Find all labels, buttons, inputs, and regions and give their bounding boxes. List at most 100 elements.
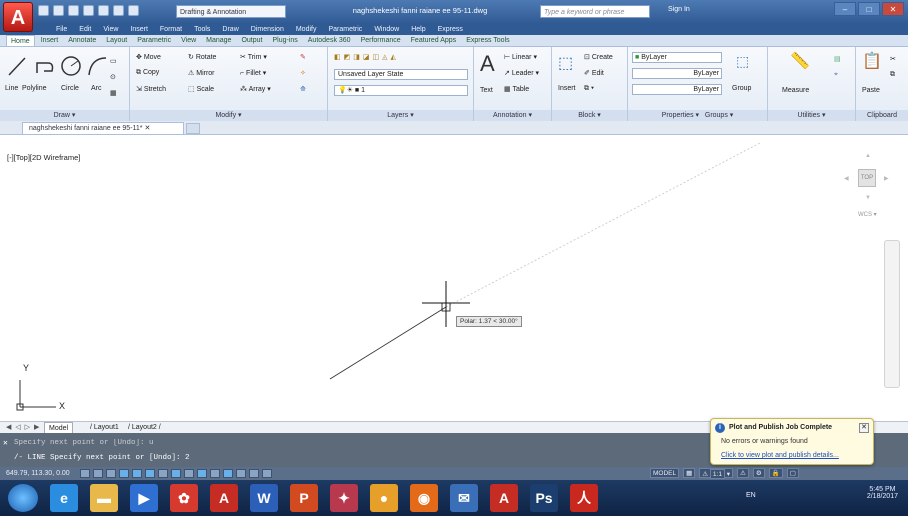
menu-item-dimension[interactable]: Dimension [251, 24, 284, 35]
command-input[interactable]: /- LINE Specify next point or [Undo]: 2 [14, 454, 190, 462]
plot-icon[interactable] [98, 5, 109, 16]
document-tab[interactable]: naghshekeshi fanni raiane ee 95-11* ✕ [22, 122, 184, 135]
taskbar-app-4[interactable]: A [210, 484, 238, 512]
block-attr-icon[interactable]: ⧉ ▾ [584, 85, 594, 93]
create-block-button[interactable]: ⊡ Create [584, 53, 613, 61]
lineweight-dropdown[interactable]: ByLayer [632, 84, 722, 95]
menu-item-parametric[interactable]: Parametric [328, 24, 362, 35]
menu-item-format[interactable]: Format [160, 24, 182, 35]
redo-icon[interactable] [128, 5, 139, 16]
tab-home[interactable]: Home [6, 35, 35, 46]
taskbar-app-8[interactable]: ● [370, 484, 398, 512]
edit-block-button[interactable]: ✐ Edit [584, 69, 604, 77]
save-icon[interactable] [68, 5, 79, 16]
new-tab-button[interactable] [186, 123, 200, 134]
offset-icon[interactable]: ⟰ [300, 85, 306, 93]
insert-icon[interactable]: ⬚ [558, 53, 573, 73]
workspace-switch-icon[interactable]: ⚙ [752, 468, 765, 478]
quick-view-layouts-icon[interactable]: ▦ [683, 468, 696, 478]
maximize-icon[interactable]: □ [858, 2, 880, 16]
model-space-button[interactable]: MODEL [650, 468, 680, 478]
measure-button[interactable]: Measure [782, 87, 809, 94]
cut-icon[interactable]: ✂ [890, 55, 896, 63]
fillet-button[interactable]: ⌐ Fillet ▾ [240, 69, 266, 77]
taskbar-app-7[interactable]: ✦ [330, 484, 358, 512]
tab-autodesk-360[interactable]: Autodesk 360 [304, 35, 355, 46]
qp-toggle[interactable] [236, 469, 246, 478]
line-icon[interactable] [6, 55, 28, 77]
sign-in-button[interactable]: Sign In [668, 6, 690, 13]
copy-button[interactable]: ⧉ Copy [136, 69, 159, 77]
color-dropdown[interactable]: ■ ByLayer [632, 52, 722, 63]
language-indicator[interactable]: EN [746, 492, 756, 499]
arc-icon[interactable] [86, 55, 108, 77]
paste-icon[interactable]: 📋 [862, 51, 882, 71]
menu-item-help[interactable]: Help [411, 24, 425, 35]
tab-layout[interactable]: Layout [102, 35, 131, 46]
annotation-scale[interactable]: ⚠ 1:1 ▾ [699, 468, 734, 479]
snap-toggle[interactable] [93, 469, 103, 478]
menu-item-draw[interactable]: Draw [222, 24, 238, 35]
wcs-menu[interactable]: WCS ▾ [858, 211, 877, 218]
close-icon[interactable]: ✕ [882, 2, 904, 16]
rectangle-icon[interactable]: ▭ [110, 57, 117, 65]
taskbar-app-12[interactable]: Ps [530, 484, 558, 512]
grid-toggle[interactable] [106, 469, 116, 478]
dyn-toggle[interactable] [197, 469, 207, 478]
layer-state-dropdown[interactable]: Unsaved Layer State [334, 69, 468, 80]
group-button[interactable]: Group [732, 85, 751, 92]
menu-item-insert[interactable]: Insert [130, 24, 148, 35]
properties-panel-title[interactable]: Properties ▾ Groups ▾ [628, 110, 767, 121]
stretch-button[interactable]: ⇲ Stretch [136, 85, 166, 93]
annotation-panel-title[interactable]: Annotation ▾ [474, 110, 551, 121]
new-icon[interactable] [38, 5, 49, 16]
system-clock[interactable]: 5:45 PM 2/18/2017 [867, 486, 898, 500]
tab-insert[interactable]: Insert [37, 35, 63, 46]
copy-clip-icon[interactable]: ⧉ [890, 71, 895, 79]
erase-icon[interactable]: ✎ [300, 53, 306, 61]
annotation-visibility-icon[interactable]: ⚠ [737, 468, 749, 478]
insert-button[interactable]: Insert [558, 85, 576, 92]
osnap-toggle[interactable] [145, 469, 155, 478]
undo-icon[interactable] [113, 5, 124, 16]
polar-toggle[interactable] [132, 469, 142, 478]
hatch-icon[interactable]: ▦ [110, 89, 117, 97]
sc-toggle[interactable] [249, 469, 259, 478]
rotate-button[interactable]: ↻ Rotate [188, 53, 216, 61]
scale-button[interactable]: ⬚ Scale [188, 85, 214, 93]
minimize-icon[interactable]: – [834, 2, 856, 16]
explode-icon[interactable]: ✧ [300, 69, 306, 77]
tab-plug-ins[interactable]: Plug-ins [268, 35, 301, 46]
linear-button[interactable]: ⊢ Linear ▾ [504, 53, 537, 61]
workspace-dropdown[interactable]: Drafting & Annotation [176, 5, 286, 18]
saveas-icon[interactable] [83, 5, 94, 16]
polyline-button[interactable]: Polyline [22, 85, 47, 92]
linetype-dropdown[interactable]: ByLayer [632, 68, 722, 79]
coordinates-readout[interactable]: 649.79, 113.30, 0.00 [6, 467, 70, 480]
tab-output[interactable]: Output [237, 35, 266, 46]
tab-performance[interactable]: Performance [357, 35, 405, 46]
text-button[interactable]: Text [480, 87, 493, 94]
layer-tools-icons[interactable]: ◧◩◨◪◫◬◭ [334, 53, 399, 61]
taskbar-app-6[interactable]: P [290, 484, 318, 512]
tab-parametric[interactable]: Parametric [133, 35, 175, 46]
tab-express-tools[interactable]: Express Tools [462, 35, 513, 46]
ortho-toggle[interactable] [119, 469, 129, 478]
notification-link[interactable]: Click to view plot and publish details..… [721, 452, 839, 459]
close-tab-icon[interactable]: ✕ [144, 125, 150, 132]
leader-button[interactable]: ↗ Leader ▾ [504, 69, 539, 77]
search-input[interactable]: Type a keyword or phrase [540, 5, 650, 18]
measure-icon[interactable]: 📏 [790, 51, 810, 71]
menu-item-window[interactable]: Window [374, 24, 399, 35]
taskbar-app-9[interactable]: ◉ [410, 484, 438, 512]
arc-button[interactable]: Arc [91, 85, 102, 92]
taskbar-app-1[interactable]: ▬ [90, 484, 118, 512]
taskbar-app-10[interactable]: ✉ [450, 484, 478, 512]
draw-panel-title[interactable]: Draw ▾ [0, 110, 129, 121]
paste-button[interactable]: Paste [862, 87, 880, 94]
current-layer-dropdown[interactable]: 💡☀ ■ 1 [334, 85, 468, 96]
close-notification-icon[interactable]: ✕ [859, 423, 869, 433]
taskbar-app-3[interactable]: ✿ [170, 484, 198, 512]
application-menu-button[interactable]: A [3, 2, 33, 32]
group-icon[interactable]: ⬚ [736, 53, 749, 70]
